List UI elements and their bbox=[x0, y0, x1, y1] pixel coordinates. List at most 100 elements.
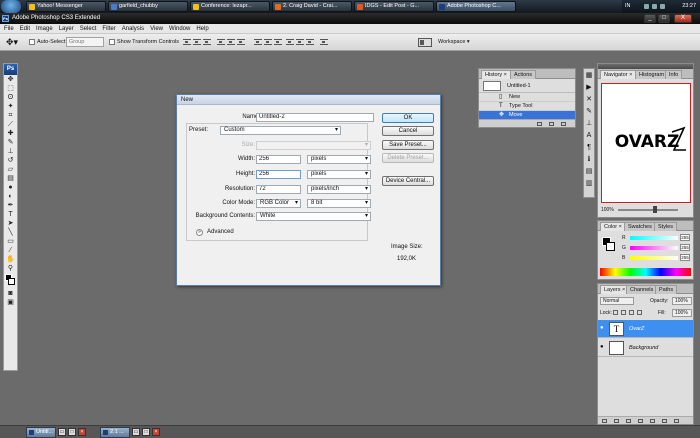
crop-tool-icon[interactable]: ⌗ bbox=[4, 111, 17, 120]
menu-analysis[interactable]: Analysis bbox=[119, 24, 147, 34]
eyedropper-tool-icon[interactable]: ⁄ bbox=[4, 246, 17, 255]
new-layer-icon[interactable] bbox=[662, 419, 667, 423]
taskbar-item-firefox[interactable]: IDGS - Edit Post - G... bbox=[354, 1, 434, 12]
distribute-vcenter-icon[interactable] bbox=[264, 39, 272, 45]
cancel-button[interactable]: Cancel bbox=[382, 126, 434, 136]
magic-wand-tool-icon[interactable]: ✦ bbox=[4, 102, 17, 111]
blue-value-input[interactable]: 255 bbox=[680, 254, 690, 261]
distribute-top-icon[interactable] bbox=[254, 39, 262, 45]
layer-comps-dock-icon[interactable]: ▤ bbox=[584, 166, 594, 177]
opacity-input[interactable]: 100% bbox=[672, 297, 692, 305]
zoom-slider-handle[interactable] bbox=[653, 206, 657, 213]
adjustment-layer-icon[interactable] bbox=[638, 419, 643, 423]
maximize-document-button[interactable]: □ bbox=[68, 428, 76, 436]
background-contents-dropdown[interactable]: White bbox=[256, 212, 371, 221]
menu-edit[interactable]: Edit bbox=[17, 24, 33, 34]
menu-image[interactable]: Image bbox=[33, 24, 56, 34]
brushes-dock-icon[interactable]: ✎ bbox=[584, 106, 594, 117]
screen-mode-icon[interactable]: ▣ bbox=[4, 298, 17, 307]
ok-button[interactable]: OK bbox=[382, 113, 434, 123]
bit-depth-dropdown[interactable]: 8 bit bbox=[307, 199, 371, 208]
lasso-tool-icon[interactable]: ʘ bbox=[4, 93, 17, 102]
color-mode-dropdown[interactable]: RGB Color bbox=[256, 199, 301, 208]
device-central-button[interactable]: Device Central... bbox=[382, 176, 434, 186]
navigator-zoom-slider[interactable] bbox=[618, 206, 678, 213]
clock[interactable]: 23:27 bbox=[682, 0, 696, 13]
menu-help[interactable]: Help bbox=[193, 24, 211, 34]
align-left-icon[interactable] bbox=[217, 39, 225, 45]
restore-document-button[interactable]: ▭ bbox=[58, 428, 66, 436]
resolution-input[interactable]: 72 bbox=[256, 185, 301, 194]
resolution-unit-dropdown[interactable]: pixels/inch bbox=[307, 185, 371, 194]
character-dock-icon[interactable]: A bbox=[584, 130, 594, 141]
lock-all-icon[interactable] bbox=[637, 310, 642, 315]
minimized-document[interactable]: 2.1 ... bbox=[100, 427, 130, 438]
width-input[interactable]: 256 bbox=[256, 155, 301, 164]
align-bottom-icon[interactable] bbox=[203, 39, 211, 45]
distribute-bottom-icon[interactable] bbox=[274, 39, 282, 45]
advanced-label[interactable]: Advanced bbox=[207, 228, 234, 237]
height-input[interactable]: 256 bbox=[256, 170, 301, 179]
tab-histogram[interactable]: Histogram bbox=[635, 70, 669, 79]
navigator-preview[interactable]: OVARZ bbox=[601, 83, 691, 203]
close-button[interactable]: X bbox=[674, 14, 692, 23]
minimize-button[interactable]: _ bbox=[644, 14, 656, 23]
type-tool-icon[interactable]: T bbox=[4, 210, 17, 219]
maximize-button[interactable]: □ bbox=[658, 14, 670, 23]
close-document-button[interactable]: × bbox=[152, 428, 160, 436]
history-snapshot[interactable]: Untitled-1 bbox=[479, 79, 575, 93]
color-spectrum[interactable] bbox=[600, 268, 691, 276]
tab-channels[interactable]: Channels bbox=[626, 285, 658, 294]
move-tool-icon[interactable]: ✥ bbox=[4, 75, 17, 84]
green-slider[interactable] bbox=[630, 246, 678, 250]
navigator-dock-icon[interactable]: ▦ bbox=[584, 70, 594, 81]
maximize-document-button[interactable]: □ bbox=[142, 428, 150, 436]
tab-actions[interactable]: Actions bbox=[510, 70, 537, 79]
history-item[interactable]: T Type Tool bbox=[479, 102, 575, 111]
marquee-tool-icon[interactable]: ⬚ bbox=[4, 84, 17, 93]
link-layers-icon[interactable] bbox=[602, 419, 607, 423]
menu-select[interactable]: Select bbox=[77, 24, 100, 34]
move-tool-preset-icon[interactable]: ✥▾ bbox=[6, 37, 18, 48]
new-document-from-state-icon[interactable] bbox=[537, 122, 542, 126]
advanced-toggle-icon[interactable]: » bbox=[196, 229, 203, 236]
align-vcenter-icon[interactable] bbox=[193, 39, 201, 45]
tab-layers[interactable]: Layers × bbox=[600, 285, 630, 294]
taskbar-item-garfield[interactable]: garfield_chubby bbox=[108, 1, 188, 12]
color-swatches[interactable] bbox=[4, 273, 17, 289]
clone-stamp-tool-icon[interactable]: ⊥ bbox=[4, 147, 17, 156]
preset-dropdown[interactable]: Custom bbox=[220, 126, 341, 135]
workspace-icon[interactable] bbox=[418, 38, 432, 47]
fill-input[interactable]: 100% bbox=[672, 309, 692, 317]
tab-swatches[interactable]: Swatches bbox=[624, 222, 656, 231]
save-preset-button[interactable]: Save Preset... bbox=[382, 140, 434, 150]
tools-dock-icon[interactable]: ✕ bbox=[584, 94, 594, 105]
height-unit-dropdown[interactable]: pixels bbox=[307, 170, 371, 179]
paragraph-dock-icon[interactable]: ¶ bbox=[584, 142, 594, 153]
taskbar-item-photoshop[interactable]: Adobe Photoshop C... bbox=[436, 1, 516, 12]
align-hcenter-icon[interactable] bbox=[227, 39, 235, 45]
delete-layer-icon[interactable] bbox=[674, 419, 679, 423]
name-input[interactable]: Untitled-2 bbox=[256, 113, 374, 122]
delete-state-icon[interactable] bbox=[561, 122, 566, 126]
tab-paths[interactable]: Paths bbox=[655, 285, 678, 294]
volume-icon[interactable] bbox=[652, 4, 657, 9]
info-dock-icon[interactable]: ℹ bbox=[584, 154, 594, 165]
lock-pixels-icon[interactable] bbox=[621, 310, 626, 315]
green-value-input[interactable]: 255 bbox=[680, 244, 690, 251]
layer-mask-icon[interactable] bbox=[626, 419, 631, 423]
brush-tool-icon[interactable]: ✎ bbox=[4, 138, 17, 147]
quick-mask-icon[interactable]: ◙ bbox=[4, 289, 17, 298]
start-button[interactable] bbox=[1, 0, 21, 13]
blue-slider[interactable] bbox=[630, 256, 678, 260]
healing-brush-tool-icon[interactable]: ✚ bbox=[4, 129, 17, 138]
menu-filter[interactable]: Filter bbox=[99, 24, 118, 34]
tab-navigator[interactable]: Navigator × bbox=[600, 70, 637, 79]
zoom-tool-icon[interactable]: ⚲ bbox=[4, 264, 17, 273]
menu-window[interactable]: Window bbox=[166, 24, 193, 34]
blend-mode-dropdown[interactable]: Normal bbox=[600, 297, 634, 305]
line-tool-icon[interactable]: ╲ bbox=[4, 228, 17, 237]
menu-layer[interactable]: Layer bbox=[56, 24, 77, 34]
path-selection-tool-icon[interactable]: ➤ bbox=[4, 219, 17, 228]
auto-select-dropdown[interactable]: Group bbox=[66, 37, 104, 47]
